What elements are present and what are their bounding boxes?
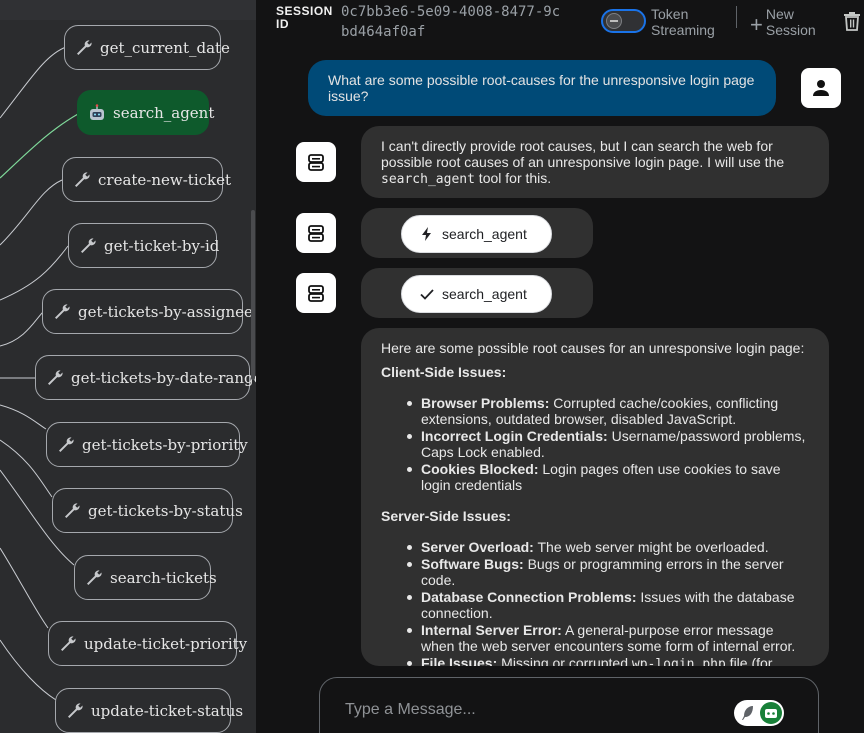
graph-node-create-new-ticket[interactable]: create-new-ticket [62,157,231,202]
node-label: update-ticket-status [91,701,244,720]
bot-avatar [296,273,336,313]
list-item: File Issues: Missing or corrupted wp-log… [381,655,809,666]
wrench-icon [48,369,63,385]
tool-result-chip[interactable]: search_agent [401,275,552,313]
node-label: search_agent [113,103,215,122]
node-label: get_current_date [100,38,230,57]
graph-node-search-tickets[interactable]: search-tickets [74,555,217,600]
graph-node-get-tickets-by-assignee[interactable]: get-tickets-by-assignee [42,289,253,334]
bot-avatar [296,213,336,253]
wrench-icon [59,436,74,452]
graph-node-get-current-date[interactable]: get_current_date [64,25,230,70]
edge-get-current-date [0,46,67,119]
node-label: get-tickets-by-date-range [71,368,256,387]
robot-icon [308,285,324,302]
node-label: update-ticket-priority [84,634,248,653]
edge-get-tickets-by-priority [0,404,47,430]
wrench-icon [75,171,90,187]
wrench-icon [68,702,83,718]
person-icon [813,80,829,96]
tool-call-message: search_agent [361,208,593,258]
feather-icon [742,706,753,720]
list-item: Database Connection Problems: Issues wit… [381,589,809,621]
client-issue-list: Browser Problems: Corrupted cache/cookie… [381,395,809,493]
bot-intro-code: search_agent [381,172,475,187]
node-label: create-new-ticket [98,170,232,189]
answer-intro: Here are some possible root causes for a… [381,340,805,356]
bot-intro-tail: tool for this. [474,170,552,186]
graph-node-update-ticket-priority[interactable]: update-ticket-priority [48,621,247,666]
token-streaming-toggle[interactable] [601,9,646,33]
graph-node-get-ticket-by-id[interactable]: get-ticket-by-id [68,223,220,268]
node-label: search-tickets [110,568,217,587]
graph-node-get-tickets-by-status[interactable]: get-tickets-by-status [52,488,243,533]
bot-intro-text: I can't directly provide root causes, bu… [381,138,785,170]
node-label: get-ticket-by-id [104,236,220,255]
tool-call-chip[interactable]: search_agent [401,215,552,253]
header-divider [736,6,737,28]
check-icon [420,289,434,300]
user-message: What are some possible root-causes for t… [308,60,776,116]
server-issue-list: Server Overload: The web server might be… [381,539,809,666]
bot-answer-message: Here are some possible root causes for a… [361,328,829,666]
graph-node-update-ticket-status[interactable]: update-ticket-status [55,688,243,733]
answer-server-heading: Server-Side Issues: [381,508,511,524]
bot-avatar [296,142,336,182]
extension-button[interactable] [734,700,784,726]
message-input[interactable] [345,701,725,719]
node-label: get-tickets-by-assignee [78,302,253,321]
edge-get-tickets-by-assignee [0,311,44,347]
bot-badge-icon [760,702,782,724]
trash-icon[interactable] [843,11,861,31]
graph-node-get-tickets-by-priority[interactable]: get-tickets-by-priority [46,422,248,467]
list-item: Browser Problems: Corrupted cache/cookie… [381,395,809,427]
list-item: Software Bugs: Bugs or programming error… [381,556,809,588]
tool-result-message: search_agent [361,268,593,318]
edge-create-new-ticket [0,179,63,246]
bolt-icon [422,227,431,241]
plus-icon: + [750,12,763,37]
new-session-label: New Session [765,6,816,38]
agent-graph-panel: get_current_date search_agent create-new… [0,0,256,733]
robot-icon [308,154,324,171]
tool-result-name: search_agent [442,286,527,302]
answer-client-heading: Client-Side Issues: [381,364,507,380]
wrench-icon [65,502,80,518]
chat-header: SESSION ID 0c7bb3e6-5e09-4008-8477-9cbd4… [256,0,864,44]
list-item: Internal Server Error: A general-purpose… [381,622,809,654]
node-label: get-tickets-by-status [88,501,243,520]
chat-panel: SESSION ID 0c7bb3e6-5e09-4008-8477-9cbd4… [256,0,864,733]
node-label: get-tickets-by-priority [82,435,248,454]
wrench-icon [61,635,76,651]
graph-node-search-agent[interactable]: search_agent [77,90,214,135]
wrench-icon [87,569,102,585]
bot-message-intro: I can't directly provide root causes, bu… [361,126,829,198]
tool-call-name: search_agent [442,226,527,242]
wrench-icon [55,303,70,319]
message-composer [319,677,819,733]
edge-get-tickets-by-status [0,439,53,498]
graph-scrollbar[interactable] [251,210,255,380]
robot-icon [90,103,104,120]
list-item: Server Overload: The web server might be… [381,539,809,555]
wrench-icon [81,237,96,253]
session-id-label: SESSION ID [276,4,333,31]
graph-node-get-tickets-by-date-range[interactable]: get-tickets-by-date-range [35,355,256,400]
toggle-knob-icon [606,13,622,29]
list-item: Incorrect Login Credentials: Username/pa… [381,428,809,460]
token-streaming-label: Token Streaming [651,6,715,38]
session-id-value: 0c7bb3e6-5e09-4008-8477-9cbd464af0af [341,4,561,40]
wrench-icon [77,39,92,55]
new-session-button[interactable]: + New Session [750,6,822,38]
list-item: Cookies Blocked: Login pages often use c… [381,461,809,493]
edge-update-ticket-priority [0,547,49,629]
robot-icon [308,225,324,242]
user-avatar [801,68,841,108]
